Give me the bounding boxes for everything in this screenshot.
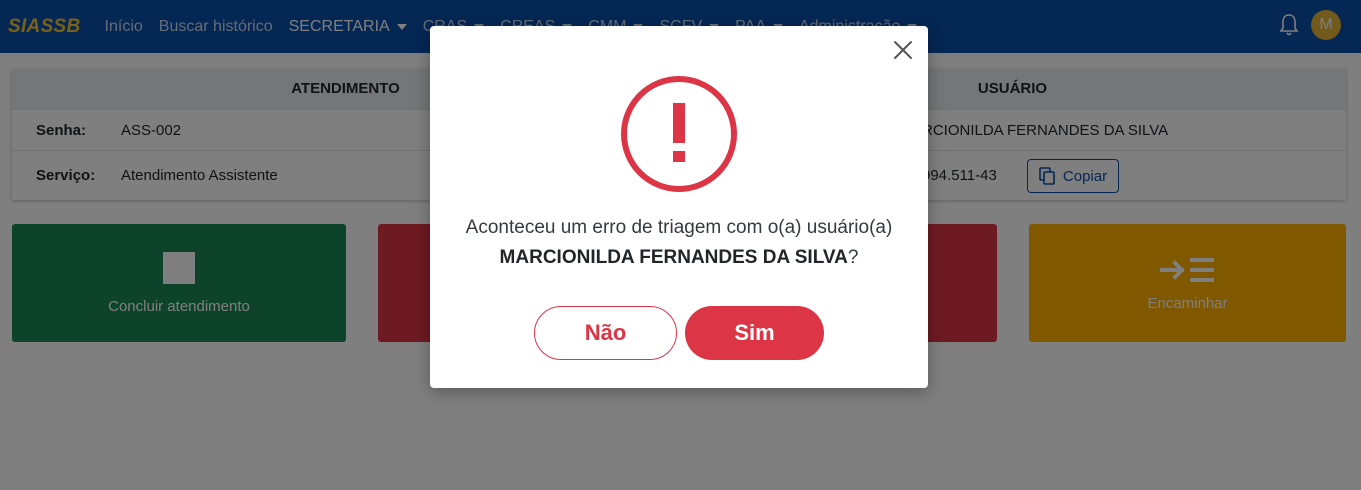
modal-message: Aconteceu um erro de triagem com o(a) us… <box>430 213 928 273</box>
modal-message-line2: MARCIONILDA FERNANDES DA SILVA? <box>430 243 928 273</box>
yes-button[interactable]: Sim <box>685 306 824 360</box>
exclamation-circle-icon <box>621 76 737 192</box>
modal-user-name: MARCIONILDA FERNANDES DA SILVA <box>499 247 848 268</box>
confirm-modal: Aconteceu um erro de triagem com o(a) us… <box>430 26 928 388</box>
modal-message-line1: Aconteceu um erro de triagem com o(a) us… <box>465 217 893 238</box>
close-icon[interactable] <box>892 39 914 61</box>
modal-question-mark: ? <box>847 247 859 268</box>
no-button[interactable]: Não <box>534 306 677 360</box>
